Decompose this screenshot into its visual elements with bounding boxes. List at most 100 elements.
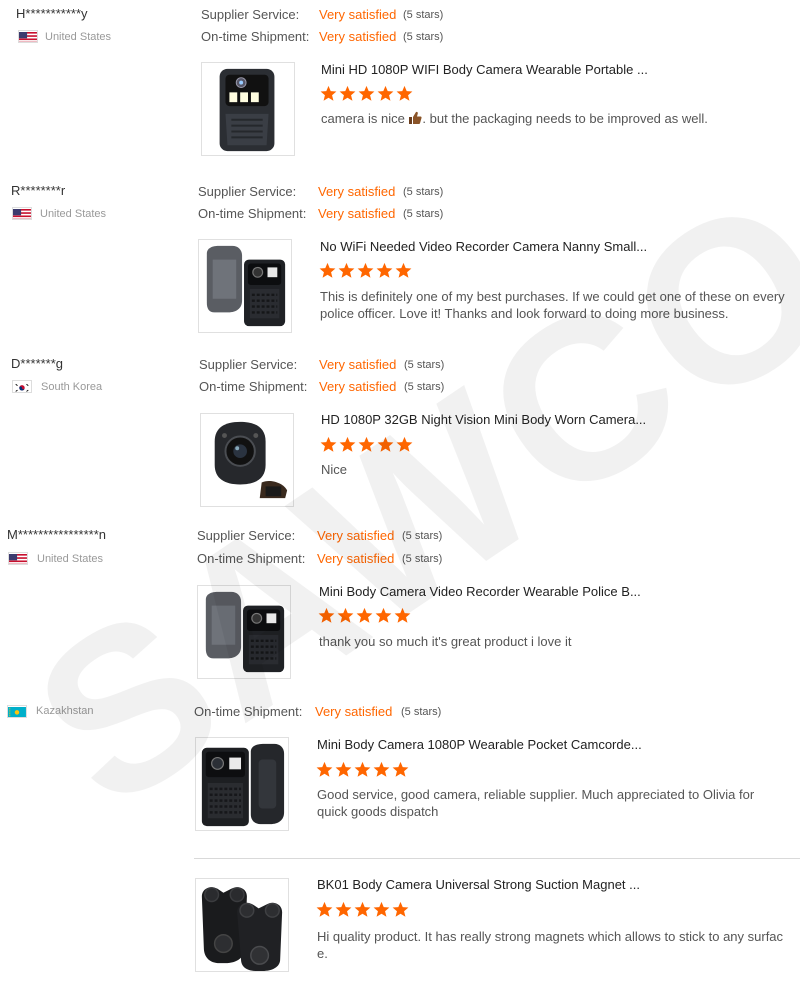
product-thumbnail[interactable] <box>195 878 289 972</box>
ontime-shipment-value: Very satisfied <box>317 551 395 566</box>
review-comment: camera is nice . but the packaging needs… <box>321 110 791 127</box>
star-icon <box>316 761 333 777</box>
supplier-service-stars: (5 stars) <box>402 530 443 542</box>
review-comment: Hi quality product. It has really strong… <box>317 929 784 961</box>
us-flag-icon <box>8 552 28 565</box>
star-icon <box>356 607 373 623</box>
star-rating <box>319 262 412 280</box>
product-title-link[interactable]: No WiFi Needed Video Recorder Camera Nan… <box>320 239 647 254</box>
product-thumbnail[interactable] <box>197 585 291 679</box>
product-thumbnail[interactable] <box>195 737 289 831</box>
star-rating <box>320 436 413 454</box>
star-rating <box>318 607 411 625</box>
supplier-service-rating: Supplier Service: Very satisfied (5 star… <box>201 7 501 25</box>
buyer-name: R********r <box>11 183 66 198</box>
product-title-link[interactable]: Mini Body Camera 1080P Wearable Pocket C… <box>317 737 642 752</box>
ontime-shipment-stars: (5 stars) <box>403 208 444 220</box>
ontime-shipment-rating: On-time Shipment: Very satisfied (5 star… <box>199 379 499 397</box>
buyer-name: D*******g <box>11 356 64 371</box>
ontime-shipment-value: Very satisfied <box>319 29 397 44</box>
supplier-service-rating: Supplier Service: Very satisfied (5 star… <box>199 357 499 375</box>
star-icon <box>392 901 409 917</box>
ontime-shipment-label: On-time Shipment: <box>199 379 308 394</box>
magnet-mount-icon <box>201 887 283 971</box>
camera-with-clip-icon <box>205 591 285 673</box>
product-title-link[interactable]: BK01 Body Camera Universal Strong Suctio… <box>317 877 640 892</box>
ontime-shipment-stars: (5 stars) <box>402 553 443 565</box>
star-rating <box>316 761 409 779</box>
star-icon <box>318 607 335 623</box>
star-icon <box>358 85 375 101</box>
star-icon <box>339 436 356 452</box>
star-icon <box>335 761 352 777</box>
supplier-service-stars: (5 stars) <box>404 359 445 371</box>
review-comment: Good service, good camera, reliable supp… <box>317 787 755 819</box>
star-rating <box>316 901 409 919</box>
star-icon <box>396 85 413 101</box>
supplier-service-rating: Supplier Service: Very satisfied (5 star… <box>197 528 497 546</box>
star-icon <box>357 262 374 278</box>
supplier-service-stars: (5 stars) <box>403 9 444 21</box>
ontime-shipment-rating: On-time Shipment: Very satisfied (5 star… <box>201 29 501 47</box>
product-thumbnail[interactable] <box>201 62 295 156</box>
ontime-shipment-label: On-time Shipment: <box>197 551 306 566</box>
star-icon <box>373 901 390 917</box>
star-icon <box>396 436 413 452</box>
product-title-link[interactable]: HD 1080P 32GB Night Vision Mini Body Wor… <box>321 412 646 427</box>
product-title-link[interactable]: Mini Body Camera Video Recorder Wearable… <box>319 584 641 599</box>
supplier-service-label: Supplier Service: <box>199 357 298 372</box>
supplier-service-value: Very satisfied <box>319 7 397 22</box>
product-divider <box>194 858 800 859</box>
star-icon <box>377 85 394 101</box>
star-icon <box>358 436 375 452</box>
supplier-service-label: Supplier Service: <box>198 184 297 199</box>
kr-flag-icon <box>12 380 32 393</box>
star-icon <box>377 436 394 452</box>
buyer-country: Kazakhstan <box>36 705 94 717</box>
camera-with-clip-icon <box>206 245 286 327</box>
us-flag-icon <box>18 30 38 43</box>
ontime-shipment-stars: (5 stars) <box>403 31 444 43</box>
star-icon <box>319 262 336 278</box>
star-icon <box>337 607 354 623</box>
supplier-service-value: Very satisfied <box>319 357 397 372</box>
star-icon <box>354 761 371 777</box>
kz-flag-icon <box>7 705 27 718</box>
ontime-shipment-label: On-time Shipment: <box>194 704 303 719</box>
supplier-service-stars: (5 stars) <box>403 186 444 198</box>
ontime-shipment-rating: On-time Shipment: Very satisfied (5 star… <box>198 206 498 224</box>
us-flag-icon <box>12 207 32 220</box>
buyer-country: United States <box>45 31 112 43</box>
star-icon <box>373 761 390 777</box>
star-icon <box>376 262 393 278</box>
buyer-name: H***********y <box>16 6 88 21</box>
star-icon <box>316 901 333 917</box>
thumbs-up-icon <box>408 111 423 125</box>
product-thumbnail[interactable] <box>200 413 294 507</box>
ontime-shipment-value: Very satisfied <box>318 206 396 221</box>
pocket-camcorder-icon <box>201 743 285 827</box>
mini-round-camera-icon <box>214 421 288 499</box>
product-title-link[interactable]: Mini HD 1080P WIFI Body Camera Wearable … <box>321 62 648 77</box>
body-camera-icon <box>219 68 275 152</box>
ontime-shipment-value: Very satisfied <box>315 704 393 719</box>
supplier-service-value: Very satisfied <box>318 184 396 199</box>
star-icon <box>395 262 412 278</box>
star-icon <box>375 607 392 623</box>
buyer-name: M****************n <box>7 527 107 542</box>
ontime-shipment-value: Very satisfied <box>319 379 397 394</box>
review-comment: thank you so much it's great product i l… <box>319 634 572 649</box>
supplier-service-value: Very satisfied <box>317 528 395 543</box>
ontime-shipment-rating: On-time Shipment: Very satisfied (5 star… <box>194 704 494 722</box>
buyer-country: United States <box>37 553 104 565</box>
buyer-country: United States <box>40 208 107 220</box>
review-comment: This is definitely one of my best purcha… <box>320 289 785 321</box>
star-rating <box>320 85 413 103</box>
ontime-shipment-rating: On-time Shipment: Very satisfied (5 star… <box>197 551 497 569</box>
star-icon <box>335 901 352 917</box>
star-icon <box>338 262 355 278</box>
product-thumbnail[interactable] <box>198 239 292 333</box>
ontime-shipment-label: On-time Shipment: <box>201 29 310 44</box>
star-icon <box>339 85 356 101</box>
supplier-service-rating: Supplier Service: Very satisfied (5 star… <box>198 184 498 202</box>
